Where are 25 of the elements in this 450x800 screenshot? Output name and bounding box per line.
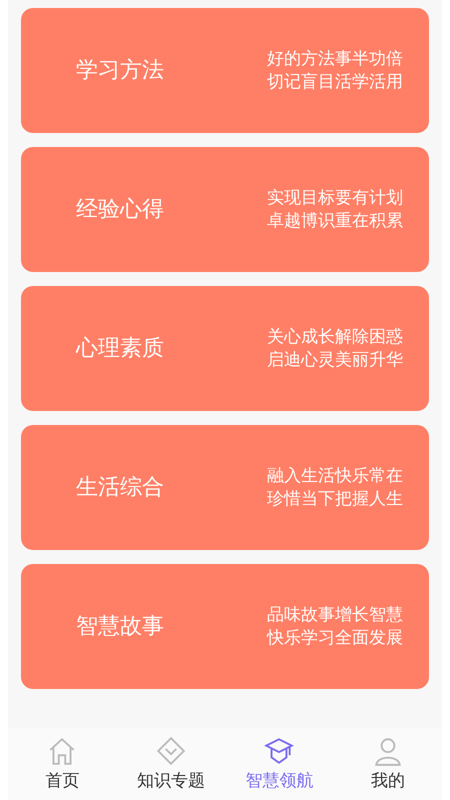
category-card[interactable]: 经验心得 实现目标要有计划 卓越博识重在积累 (21, 147, 429, 272)
card-subtitle: 卓越博识重在积累 (267, 210, 403, 232)
card-title: 学习方法 (76, 57, 164, 85)
card-title: 心理素质 (76, 335, 164, 363)
category-card[interactable]: 心理素质 关心成长解除困惑 启迪心灵美丽升华 (21, 286, 429, 411)
category-card[interactable]: 生活综合 融入生活快乐常在 珍惜当下把握人生 (21, 425, 429, 550)
card-subtitle: 实现目标要有计划 (267, 186, 403, 210)
card-title: 生活综合 (76, 474, 164, 502)
card-subtitle: 好的方法事半功倍 (267, 48, 403, 70)
card-subtitle: 切记盲目活学活用 (267, 70, 403, 94)
card-subtitle: 品味故事增长智慧 (267, 604, 403, 626)
diamond-icon (154, 734, 187, 766)
card-title: 智慧故事 (76, 613, 164, 641)
card-subtitle: 珍惜当下把握人生 (267, 488, 403, 510)
card-subtitle: 启迪心灵美丽升华 (267, 348, 403, 372)
tab[interactable]: 知识专题 (116, 728, 225, 794)
card-subtitle: 关心成长解除困惑 (267, 326, 403, 348)
tab[interactable]: 智慧领航 (225, 728, 334, 794)
card-title: 经验心得 (76, 196, 164, 224)
tab[interactable]: 首页 (8, 728, 116, 794)
card-subtitle: 快乐学习全面发展 (267, 626, 403, 650)
card-subtitle: 融入生活快乐常在 (267, 464, 403, 488)
category-card[interactable]: 学习方法 好的方法事半功倍 切记盲目活学活用 (21, 8, 429, 133)
tab[interactable]: 我的 (334, 728, 442, 794)
category-card[interactable]: 智慧故事 品味故事增长智慧 快乐学习全面发展 (21, 564, 429, 689)
